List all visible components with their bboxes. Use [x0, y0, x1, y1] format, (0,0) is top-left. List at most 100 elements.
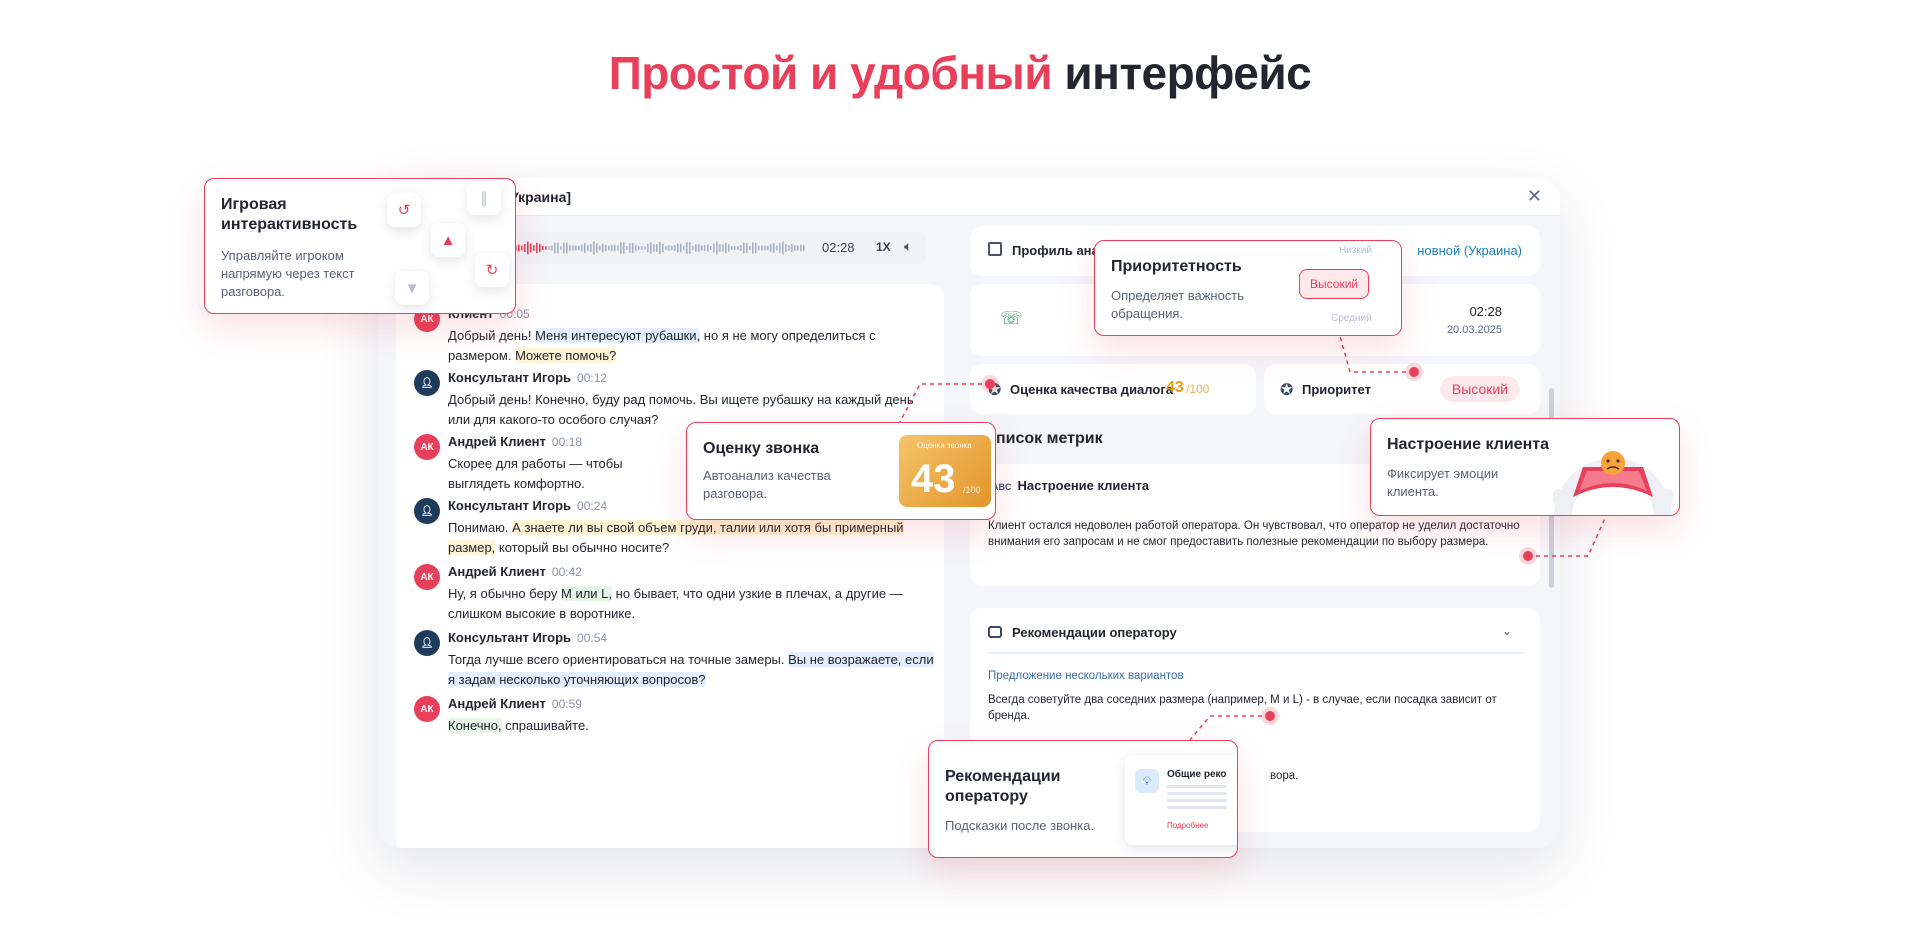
score-tile-max: /100 [963, 485, 981, 495]
waveform-bar [749, 245, 751, 251]
callout-title: Игровая интерактивность [221, 196, 358, 233]
mini-card-title: Общие реко [1167, 769, 1227, 780]
waveform-bar [533, 245, 535, 251]
waveform-bar [665, 246, 667, 250]
message-author: Андрей Клиент [448, 564, 546, 579]
speed-button[interactable]: 1X [876, 240, 891, 254]
lightbulb-icon: 💡︎ [1135, 769, 1159, 793]
message-time: 00:18 [551, 435, 582, 449]
waveform-bar [794, 244, 796, 252]
waveform-bar [734, 246, 736, 250]
score-tile-label: Оценка звонка [917, 441, 972, 450]
highlight[interactable]: M или L, [561, 586, 613, 601]
message-text: Ну, я обычно беру M или L, но бывает, чт… [448, 586, 903, 621]
waveform-bar [614, 244, 616, 252]
waveform-bar [575, 245, 577, 251]
waveform-bar [578, 245, 580, 251]
details-link[interactable]: Подробнее [1167, 821, 1209, 830]
highlight[interactable]: Меня интересуют рубашки, [535, 328, 701, 343]
badge-check-icon: ✪ [1280, 382, 1294, 399]
callout-desc: Фиксирует эмоции клиента. [1387, 466, 1499, 499]
score-tile: Оценка звонка 43 /100 [899, 435, 991, 507]
waveform-bar [710, 246, 712, 250]
rotate-right-icon: ↻ [475, 253, 509, 287]
waveform-bar [668, 245, 670, 251]
landing-stage: Простой и удобный интерфейс Украина] ✕ 0… [0, 0, 1920, 942]
waveform-bar [755, 242, 757, 254]
waveform-bar [677, 243, 679, 253]
waveform-bar [716, 241, 718, 255]
waveform-bar [656, 244, 658, 252]
message-author: Андрей Клиент [448, 434, 546, 449]
message-time: 00:12 [577, 371, 608, 385]
waveform-bar [713, 243, 715, 253]
waveform-bar [620, 242, 622, 254]
waveform-bar [545, 246, 547, 250]
waveform-bar [725, 242, 727, 254]
call-duration: 02:28 [1469, 304, 1502, 319]
waveform-bar [536, 242, 538, 254]
pause-icon: ∥ [467, 181, 501, 215]
speaker-icon[interactable]: 🔈︎ [904, 238, 912, 255]
callout-game-interactivity: Игровая интерактивность Управляйте игрок… [204, 178, 516, 314]
message-author: Андрей Клиент [448, 696, 546, 711]
callout-title: Настроение клиента [1387, 436, 1549, 453]
title-accent: Простой и удобный [608, 47, 1053, 99]
priority-badge: Высокий [1439, 376, 1520, 402]
waveform-bar [752, 242, 754, 254]
priority-option-high: Высокий [1299, 269, 1370, 299]
waveform-bar [623, 242, 625, 254]
priority-option-mid: Средний [1331, 313, 1372, 324]
highlight[interactable]: Можете помочь? [515, 348, 617, 363]
eye-icon [988, 626, 1002, 638]
waveform-bar [761, 245, 763, 251]
message-time: 00:24 [577, 499, 608, 513]
mini-card-lines [1167, 785, 1227, 813]
mood-label: Настроение клиента [1017, 478, 1150, 493]
waveform-bar [626, 246, 628, 250]
avatar: 👤︎ [414, 370, 440, 396]
waveform-bar [722, 244, 724, 252]
waveform-bar [617, 245, 619, 251]
waveform-bar [788, 245, 790, 251]
avatar: АК [414, 564, 440, 590]
waveform-bar [767, 245, 769, 251]
message-time: 00:59 [551, 697, 582, 711]
message-text: Понимаю. А знаете ли вы свой объем груди… [448, 520, 904, 555]
callout-desc: Автоанализ качества разговора. [703, 468, 831, 501]
audio-player[interactable]: 02:28 1X 🔈︎ [496, 232, 926, 264]
waveform-bar [539, 243, 541, 253]
quality-label: Оценка качества диалога [1010, 382, 1173, 397]
waveform-bar [776, 245, 778, 251]
waveform-bar [641, 246, 643, 250]
waveform-bar [782, 241, 784, 255]
waveform-bar [728, 244, 730, 252]
metrics-title: писок метрик [996, 430, 1103, 447]
waveform-bar [704, 245, 706, 251]
highlight[interactable]: Конечно, [448, 718, 502, 733]
waveform-bar [635, 245, 637, 251]
callout-priority: Приоритетность Определяет важность обращ… [1094, 240, 1402, 336]
waveform-bar [764, 245, 766, 251]
waveform-bar [746, 243, 748, 253]
waveform-bar [701, 245, 703, 251]
message-author: Консультант Игорь [448, 370, 572, 385]
waveform-bar [674, 245, 676, 251]
waveform-bar [707, 244, 709, 252]
profile-language-link[interactable]: новной (Украина) [1417, 243, 1522, 258]
callout-desc: Управляйте игроком напрямую через текст … [221, 248, 355, 299]
waveform-bar [743, 242, 745, 254]
waveform-bar [629, 243, 631, 253]
close-icon[interactable]: ✕ [1527, 186, 1542, 207]
phone-incoming-icon: ☏ [1000, 308, 1023, 328]
priority-label: Приоритет [1302, 382, 1371, 397]
chevron-down-icon[interactable]: ⌄ [1502, 624, 1512, 638]
chart-icon [988, 242, 1002, 256]
waveform-bar [551, 245, 553, 251]
waveform-bar [758, 245, 760, 251]
priority-option-low: Низкий [1339, 245, 1372, 256]
waveform-bar [587, 244, 589, 252]
mini-recommendation-card: 💡︎ Общие реко Подробнее [1125, 755, 1237, 845]
waveform-bar [581, 244, 583, 252]
waveform[interactable] [506, 240, 806, 256]
